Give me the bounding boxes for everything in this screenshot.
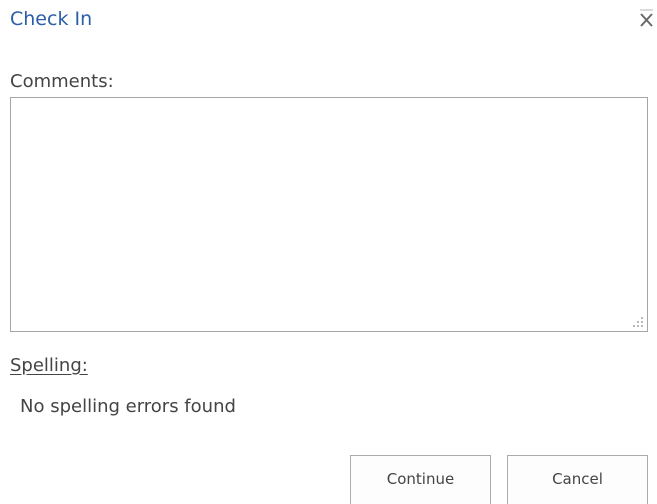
close-icon bbox=[640, 9, 653, 27]
close-button[interactable] bbox=[636, 4, 657, 30]
spelling-label[interactable]: Spelling: bbox=[10, 353, 88, 379]
cancel-button[interactable]: Cancel bbox=[507, 455, 648, 504]
spelling-status: No spelling errors found bbox=[20, 396, 236, 417]
resize-grip-icon[interactable] bbox=[630, 314, 644, 328]
comments-label: Comments: bbox=[10, 71, 114, 92]
dialog-title: Check In bbox=[10, 8, 93, 30]
check-in-dialog: Check In Comments: Spelling: No spelling… bbox=[0, 0, 657, 504]
comments-field-frame bbox=[10, 97, 648, 332]
comments-field[interactable] bbox=[11, 98, 647, 331]
continue-button[interactable]: Continue bbox=[350, 455, 491, 504]
